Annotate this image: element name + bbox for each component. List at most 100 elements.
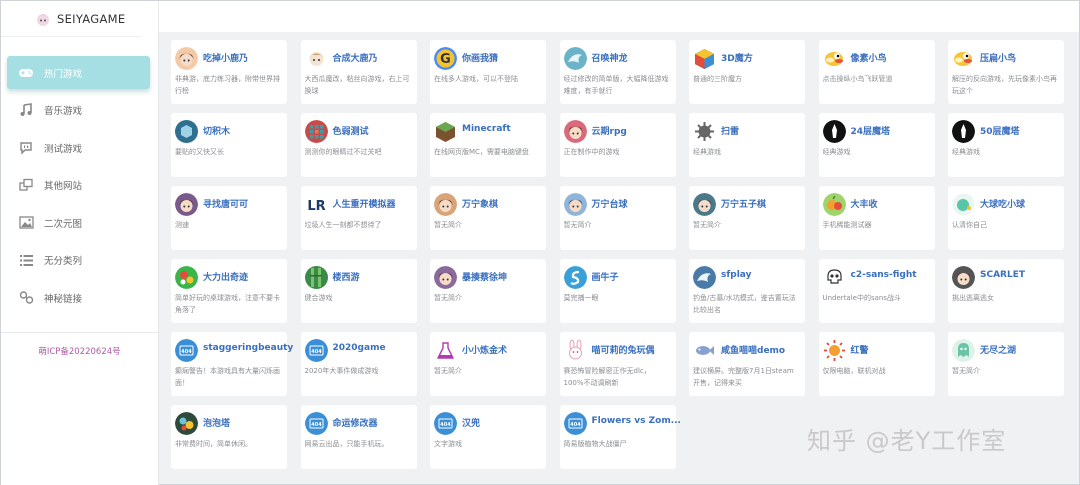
game-description: 测速	[175, 221, 189, 229]
game-card[interactable]: sfplay 钓鱼/古墓/水坑模式，鉴吉置玩法比较出名	[689, 259, 805, 323]
game-description: 在线网页版MC，需要电脑键盘	[434, 148, 529, 156]
game-card[interactable]: 召唤神龙经过修改的简单版，大幅降低游戏难度，有手就行	[559, 40, 676, 104]
s-curve-icon	[563, 266, 587, 289]
game-card[interactable]: 404 Flowers vs Zom... 简易版植物大战僵尸	[559, 405, 681, 469]
game-card[interactable]: 压扁小鸟 解压的反向游戏，先玩像素小鸟再玩这个	[948, 40, 1064, 104]
game-description: 认清你自己	[952, 221, 987, 229]
game-description: 经过修改的简单版，大幅降低游戏难度，有手就行	[563, 75, 669, 95]
game-description: 非常费时间，简单休闲。	[175, 440, 252, 448]
logo[interactable]: SEIYAGAME	[1, 1, 141, 37]
game-card[interactable]: 大力出奇迹 简单好玩的桌球游戏，注意不要卡角落了	[171, 259, 287, 323]
sun-icon	[823, 339, 846, 362]
game-card[interactable]: 404 命运修改器 网易云出品，只能手机玩。	[300, 405, 417, 469]
game-card[interactable]: 万宁五子棋 暂无简介	[689, 186, 805, 250]
game-card[interactable]: G 你画我猜 在线多人游戏，可以不登陆	[430, 40, 546, 104]
game-card[interactable]: 楼西游 健合游戏	[300, 259, 417, 323]
game-card[interactable]: 吃掉小鹿乃 非典游，底力练习器，附带世界排行榜	[171, 40, 287, 104]
game-card[interactable]: 大丰收 手机稀能测试器	[818, 186, 935, 250]
game-description: 在线多人游戏，可以不登陆	[434, 75, 518, 83]
anime-logo-icon	[35, 11, 51, 27]
ghost-icon	[952, 339, 975, 362]
game-card[interactable]: c2-sans-fight Undertale中的sans战斗	[818, 259, 935, 323]
game-description: 暂无简介	[434, 367, 462, 375]
icp-link[interactable]: 萌ICP备20220624号	[1, 345, 158, 357]
bamboo-icon	[304, 266, 328, 289]
game-card[interactable]: 红警 仅限电脑，联机对战	[818, 332, 935, 396]
sidebar-item-2[interactable]: 测试游戏	[7, 131, 150, 164]
gamepad-icon	[18, 65, 34, 81]
game-card[interactable]: 咸鱼喵喵demo 建议横屏。完整版7月1日steam开售，记得来买	[689, 332, 805, 396]
game-card[interactable]: LR 人生重开模拟器 垃圾人生一刻都不想待了	[300, 186, 417, 250]
game-description: 普通的三阶魔方	[693, 75, 742, 83]
game-card[interactable]: 404 staggeringbeauty 癫痫警告！本游戏具有大量闪烁画面！	[171, 332, 293, 396]
sidebar-item-0[interactable]: 热门游戏	[7, 56, 150, 89]
sidebar: SEIYAGAME 热门游戏音乐游戏测试游戏其他网站二次元图无分类列神秘链接 萌…	[1, 1, 159, 485]
tower-icon	[822, 120, 846, 143]
sidebar-item-4[interactable]: 二次元图	[7, 206, 150, 239]
sidebar-item-1[interactable]: 音乐游戏	[7, 94, 150, 127]
game-description: 经典游戏	[822, 148, 851, 156]
game-card[interactable]: 大球吃小球 认清你自己	[948, 186, 1064, 250]
sidebar-item-5[interactable]: 无分类列	[7, 244, 150, 277]
bunny-icon	[564, 339, 587, 362]
game-description: 解压的反向游戏，先玩像素小鸟再玩这个	[952, 75, 1057, 95]
game-card[interactable]: 404 汉兜 文字游戏	[430, 405, 546, 469]
svg-text:G: G	[440, 52, 451, 67]
game-title: 召唤神龙	[591, 54, 628, 64]
game-card[interactable]: 扫雷 经典游戏	[689, 113, 805, 177]
divider	[1, 332, 158, 333]
game-title: Flowers vs Zom...	[591, 416, 681, 426]
game-title: c2-sans-fight	[850, 270, 917, 280]
game-description: 垃圾人生一刻都不想待了	[304, 221, 382, 229]
game-card[interactable]: 喵可莉的兔玩偶 赛恐怖冒险解密正作无dlc，100%不动调刷新	[559, 332, 676, 396]
game-card[interactable]: 万宁台球 暂无简介	[559, 186, 676, 250]
g-logo-icon: G	[434, 47, 457, 70]
game-title: 切积木	[203, 127, 231, 137]
game-card[interactable]: 3D魔方 普通的三阶魔方	[689, 40, 805, 104]
game-card[interactable]: 暴揍蔡徐坤 暂无简介	[430, 259, 546, 323]
game-card[interactable]: 泡泡塔非常费时间，简单休闲。	[171, 405, 287, 469]
game-card[interactable]: 404 2020game 2020年大事件做成游戏	[300, 332, 417, 396]
game-title: Minecraft	[462, 124, 511, 134]
game-description: 测测你的眼睛过不过关吧	[304, 148, 382, 156]
flask-icon	[434, 339, 457, 362]
game-description: 建议横屏。完整版7月1日steam开售，记得来买	[693, 367, 794, 387]
game-card[interactable]: 切积木 要贴的又快又长	[171, 113, 287, 177]
game-description: 暂无简介	[434, 294, 462, 302]
sidebar-item-3[interactable]: 其他网站	[7, 169, 150, 202]
game-card[interactable]: 色弱测试 测测你的眼睛过不过关吧	[300, 113, 417, 177]
svg-text:404: 404	[440, 422, 451, 428]
game-description: 赛恐怖冒险解密正作无dlc，100%不动调刷新	[563, 367, 651, 387]
game-card[interactable]: 像素小鸟 点击操纵小鸟飞跃管道	[818, 40, 935, 104]
anime-face-icon	[563, 193, 587, 216]
game-card[interactable]: 万宁象棋 暂无简介	[430, 186, 546, 250]
game-card[interactable]: 云期rpg 正在制作中的游戏	[559, 113, 676, 177]
404-icon: 404	[175, 339, 198, 362]
game-title: staggeringbeauty	[203, 343, 294, 353]
sidebar-item-label: 无分类列	[44, 256, 83, 267]
game-title: 泡泡塔	[203, 419, 231, 429]
game-title: 扫雷	[721, 127, 740, 137]
game-card[interactable]: 24层魔塔 经典游戏	[818, 113, 935, 177]
game-card[interactable]: 合成大鹿乃 大西瓜魔改，粘丝向游戏，右上可换球	[300, 40, 417, 104]
game-card[interactable]: 无尽之湖 暂无简介	[948, 332, 1064, 396]
windows-icon	[18, 177, 34, 193]
game-card[interactable]: 50层魔塔 经典游戏	[948, 113, 1064, 177]
mine-icon	[693, 120, 716, 143]
anime-face-icon	[434, 266, 457, 289]
game-card[interactable]: 画牛子 莫完捕一眼	[559, 259, 676, 323]
game-title: 云期rpg	[591, 127, 627, 137]
game-card[interactable]: 小小炼金术 暂无简介	[430, 332, 546, 396]
game-card[interactable]: Minecraft 在线网页版MC，需要电脑键盘	[430, 113, 546, 177]
svg-text:LR: LR	[307, 199, 325, 214]
sidebar-item-6[interactable]: 神秘链接	[7, 281, 150, 314]
game-title: 50层魔塔	[980, 127, 1020, 137]
game-title: 汉兜	[462, 419, 481, 429]
game-card[interactable]: SCARLET 挑出逃离逃女	[948, 259, 1064, 323]
top-bar	[159, 1, 1079, 32]
anime-face-icon	[952, 266, 975, 289]
game-title: 楼西游	[332, 273, 360, 283]
game-description: 2020年大事件做成游戏	[304, 367, 379, 375]
skull-icon	[823, 266, 846, 289]
game-card[interactable]: 寻找唐可可 测速	[171, 186, 287, 250]
